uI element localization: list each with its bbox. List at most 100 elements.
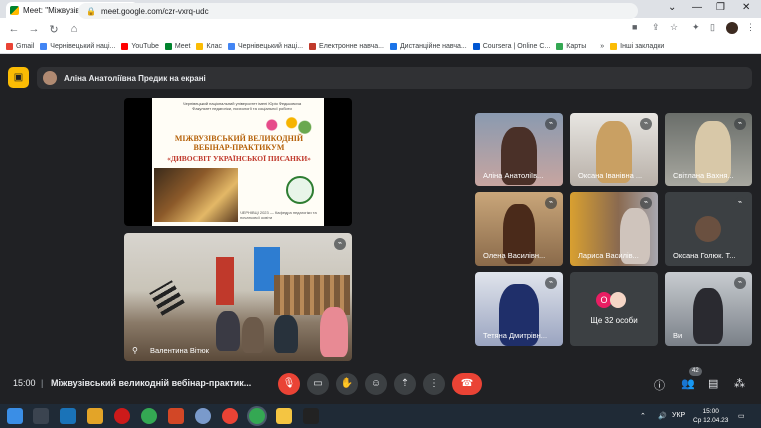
more-options-button[interactable]: ⋮ (423, 373, 445, 395)
share-icon[interactable]: ⇪ (652, 22, 660, 33)
file-explorer-icon[interactable] (276, 408, 292, 424)
bookmark-icon (40, 43, 48, 50)
chrome-icon[interactable] (249, 408, 265, 424)
side-panel-icon[interactable]: ▯ (710, 22, 715, 33)
participant-tile[interactable]: ⌁ Тетяна Дмитрівн... (475, 272, 563, 346)
more-participants-label: Ще 32 особи (590, 316, 638, 325)
bookmark-icon (164, 43, 172, 50)
back-icon[interactable]: ← (8, 23, 20, 35)
meeting-details-icon[interactable]: ⓘ (654, 377, 665, 393)
participant-name: Оксана Іванівна ... (578, 171, 643, 180)
mic-toggle-button[interactable]: 🎙 (278, 373, 300, 395)
bookmark[interactable]: Gmail (6, 43, 34, 50)
participant-name: Лариса Василів... (578, 251, 639, 260)
maximize-button[interactable]: ❐ (716, 2, 725, 13)
store-icon[interactable] (87, 408, 103, 424)
tab-search-icon[interactable]: ⌄ (668, 2, 676, 13)
chat-icon[interactable]: ▤ (708, 377, 718, 390)
bookmark-icon (389, 43, 397, 50)
chrome-icon[interactable] (141, 408, 157, 424)
bookmark[interactable]: Дистанційне навча... (389, 43, 467, 50)
reactions-button[interactable]: ☺ (365, 373, 387, 395)
raise-hand-button[interactable]: ✋ (336, 373, 358, 395)
extensions-icon[interactable]: ✦ (692, 22, 700, 33)
bookmark[interactable]: Coursera | Online C... (472, 43, 550, 50)
self-tile[interactable]: ⌁ Ви (665, 272, 752, 346)
participant-avatar (610, 292, 626, 308)
participant-tile[interactable]: ⌁ Світлана Вахня... (665, 113, 752, 186)
camera-tile[interactable]: ⌁ ⚲ Валентина Вітюк (124, 233, 352, 361)
forward-icon[interactable]: → (28, 23, 40, 35)
bookmark[interactable]: YouTube (121, 43, 159, 50)
classroom-board (216, 257, 234, 305)
mic-off-icon: ⌁ (734, 277, 746, 289)
mic-off-icon: ⌁ (545, 197, 557, 209)
notifications-icon[interactable]: ▭ (738, 412, 745, 420)
bookmark-icon (227, 43, 235, 50)
people-icon[interactable]: 👥 (681, 377, 695, 390)
address-bar[interactable]: 🔒 meet.google.com/czr-vxrq-udc (78, 3, 638, 19)
mic-off-icon: ⌁ (640, 118, 652, 130)
bookmark[interactable]: Чернівецький наці... (40, 43, 115, 50)
chrome-icon[interactable] (222, 408, 238, 424)
bookmark[interactable]: Чернівецький наці... (227, 43, 303, 50)
language-indicator[interactable]: УКР (672, 412, 685, 419)
more-participants-tile[interactable]: О Ще 32 особи (570, 272, 658, 346)
start-icon[interactable] (7, 408, 23, 424)
bookmarks-bar: Gmail Чернівецький наці... YouTube Meet … (0, 40, 761, 54)
bookmark[interactable]: Meet (164, 43, 190, 50)
pin-icon[interactable]: ⚲ (132, 346, 138, 355)
bookmark-icon (472, 43, 480, 50)
participant-tile[interactable]: ⌁ Оксана Іванівна ... (570, 113, 658, 186)
university-seal-image (286, 176, 314, 204)
separator: | (41, 378, 44, 388)
bookmark-icon (196, 43, 204, 50)
meet-favicon-icon (10, 5, 19, 15)
meet-controls-bar: 15:00 | Міжвузівський великодній вебінар… (0, 367, 761, 400)
present-button[interactable]: ⇡ (394, 373, 416, 395)
shared-screen[interactable]: Чернівецький національний університет ім… (124, 98, 352, 226)
participant-tile[interactable]: ⌁ Лариса Василів... (570, 192, 658, 266)
browser-toolbar: ← → ↻ ⌂ (0, 18, 761, 40)
close-window-button[interactable]: ✕ (742, 2, 750, 13)
participant-name: Аліна Анатоліїв... (483, 171, 544, 180)
activities-icon[interactable]: ⁂ (734, 377, 745, 390)
star-icon[interactable]: ☆ (670, 22, 678, 33)
bookmark[interactable]: Електронне навча... (309, 43, 384, 50)
minimize-button[interactable]: — (692, 2, 702, 13)
video-editor-icon[interactable] (303, 408, 319, 424)
task-view-icon[interactable] (33, 408, 49, 424)
slide-header: Чернівецький національний університет ім… (182, 101, 302, 111)
reload-icon[interactable]: ↻ (48, 23, 60, 36)
speaker-icon[interactable]: 🔊 (658, 412, 667, 420)
presenting-banner: Аліна Анатоліївна Предик на екрані (37, 67, 752, 89)
stop-presenting-icon[interactable]: ▣ (8, 67, 29, 88)
powerpoint-icon[interactable] (168, 408, 184, 424)
participant-name: Тетяна Дмитрівн... (483, 331, 548, 340)
menu-icon[interactable]: ⋮ (746, 22, 755, 33)
app-icon[interactable] (195, 408, 211, 424)
camera-toggle-button[interactable]: ▭ (307, 373, 329, 395)
participant-tile[interactable]: ⌁ Аліна Анатоліїв... (475, 113, 563, 186)
taskbar-clock[interactable]: 15:00 Ср 12.04.23 (693, 407, 728, 425)
bookmark[interactable]: Карты (556, 43, 586, 50)
participant-count-badge: 42 (689, 367, 702, 376)
home-icon[interactable]: ⌂ (68, 23, 80, 35)
opera-icon[interactable] (114, 408, 130, 424)
other-bookmarks[interactable]: Інші закладки (610, 43, 664, 50)
participant-tile[interactable]: ⌁ Олена Василівн... (475, 192, 563, 266)
meet-stage: ▣ Аліна Анатоліївна Предик на екрані Чер… (0, 55, 761, 404)
meeting-time: 15:00 (13, 378, 36, 388)
tray-icon[interactable]: ⌃ (640, 412, 646, 420)
leave-call-button[interactable]: ☎ (452, 373, 482, 395)
lock-icon: 🔒 (86, 6, 96, 16)
edge-icon[interactable] (60, 408, 76, 424)
bookmark[interactable]: Клас (196, 43, 222, 50)
bookmarks-overflow[interactable]: » (600, 43, 604, 50)
profile-avatar[interactable] (726, 22, 738, 34)
slide-title: МІЖВУЗІВСЬКИЙ ВЕЛИКОДНІЙ ВЕБІНАР-ПРАКТИК… (174, 134, 304, 152)
participant-tile[interactable]: ⌁ Оксана Голюк. Т... (665, 192, 752, 266)
presenting-text: Аліна Анатоліївна Предик на екрані (64, 73, 206, 83)
shared-slide: Чернівецький національний університет ім… (152, 98, 324, 226)
camera-permission-icon[interactable]: ■ (632, 22, 637, 32)
